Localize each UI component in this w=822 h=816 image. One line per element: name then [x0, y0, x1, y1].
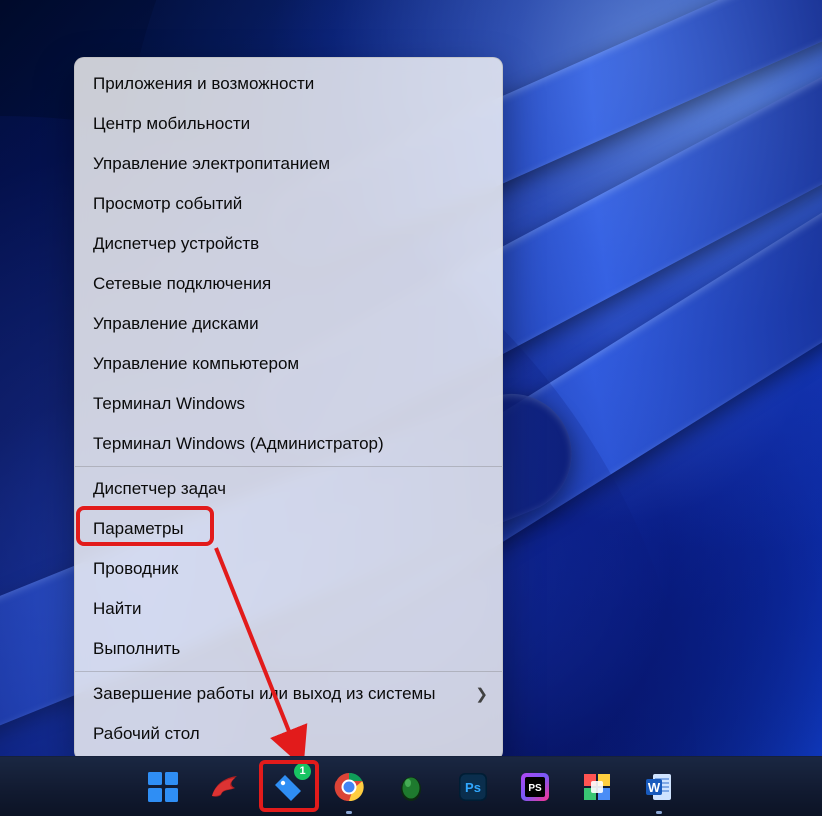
- menu-item-apps-features[interactable]: Приложения и возможности: [75, 64, 502, 104]
- menu-item-desktop[interactable]: Рабочий стол: [75, 714, 502, 754]
- menu-separator: [75, 671, 502, 672]
- menu-item-label: Терминал Windows (Администратор): [93, 434, 384, 454]
- menu-item-label: Найти: [93, 599, 142, 619]
- menu-item-terminal[interactable]: Терминал Windows: [75, 384, 502, 424]
- menu-item-label: Проводник: [93, 559, 178, 579]
- taskbar-app-tag[interactable]: 1: [267, 767, 307, 807]
- photoshop-icon: Ps: [457, 771, 489, 803]
- taskbar-app-egg[interactable]: [391, 767, 431, 807]
- menu-item-network-connections[interactable]: Сетевые подключения: [75, 264, 502, 304]
- badge-count: 1: [299, 765, 305, 777]
- windows-logo-icon: [148, 772, 178, 802]
- chevron-right-icon: ❯: [475, 685, 488, 703]
- egg-icon: [395, 771, 427, 803]
- menu-separator: [75, 466, 502, 467]
- menu-item-task-manager[interactable]: Диспетчер задач: [75, 469, 502, 509]
- menu-item-label: Диспетчер устройств: [93, 234, 259, 254]
- svg-text:W: W: [648, 780, 661, 795]
- menu-item-file-explorer[interactable]: Проводник: [75, 549, 502, 589]
- menu-item-terminal-admin[interactable]: Терминал Windows (Администратор): [75, 424, 502, 464]
- menu-item-label: Приложения и возможности: [93, 74, 314, 94]
- menu-item-power-options[interactable]: Управление электропитанием: [75, 144, 502, 184]
- menu-item-label: Центр мобильности: [93, 114, 250, 134]
- menu-item-disk-management[interactable]: Управление дисками: [75, 304, 502, 344]
- menu-item-label: Завершение работы или выход из системы: [93, 684, 435, 704]
- svg-text:Ps: Ps: [465, 780, 481, 795]
- badge: 1: [294, 763, 311, 780]
- taskbar: 1 Ps: [0, 756, 822, 816]
- menu-item-device-manager[interactable]: Диспетчер устройств: [75, 224, 502, 264]
- running-indicator: [656, 811, 662, 814]
- taskbar-app-phpstorm[interactable]: PS: [515, 767, 555, 807]
- taskbar-app-photoshop[interactable]: Ps: [453, 767, 493, 807]
- taskbar-app-color[interactable]: [577, 767, 617, 807]
- menu-item-computer-management[interactable]: Управление компьютером: [75, 344, 502, 384]
- dragon-icon: [209, 771, 241, 803]
- menu-item-label: Управление электропитанием: [93, 154, 330, 174]
- menu-item-search[interactable]: Найти: [75, 589, 502, 629]
- menu-item-label: Управление компьютером: [93, 354, 299, 374]
- taskbar-app-chrome[interactable]: [329, 767, 369, 807]
- color-grid-icon: [581, 771, 613, 803]
- menu-item-label: Сетевые подключения: [93, 274, 271, 294]
- menu-item-mobility-center[interactable]: Центр мобильности: [75, 104, 502, 144]
- menu-item-label: Диспетчер задач: [93, 479, 226, 499]
- phpstorm-icon: PS: [519, 771, 551, 803]
- svg-text:PS: PS: [528, 783, 542, 794]
- chrome-icon: [333, 771, 365, 803]
- word-icon: W: [643, 771, 675, 803]
- menu-item-run[interactable]: Выполнить: [75, 629, 502, 669]
- menu-item-label: Управление дисками: [93, 314, 259, 334]
- menu-item-settings[interactable]: Параметры: [75, 509, 502, 549]
- menu-item-label: Рабочий стол: [93, 724, 200, 744]
- start-button[interactable]: [143, 767, 183, 807]
- running-indicator: [346, 811, 352, 814]
- menu-item-label: Выполнить: [93, 639, 180, 659]
- taskbar-app-word[interactable]: W: [639, 767, 679, 807]
- winx-context-menu: Приложения и возможности Центр мобильнос…: [74, 57, 503, 761]
- menu-item-label: Параметры: [93, 519, 184, 539]
- menu-item-shutdown-signout[interactable]: Завершение работы или выход из системы ❯: [75, 674, 502, 714]
- menu-item-label: Просмотр событий: [93, 194, 242, 214]
- taskbar-app-dragon[interactable]: [205, 767, 245, 807]
- menu-item-label: Терминал Windows: [93, 394, 245, 414]
- menu-item-event-viewer[interactable]: Просмотр событий: [75, 184, 502, 224]
